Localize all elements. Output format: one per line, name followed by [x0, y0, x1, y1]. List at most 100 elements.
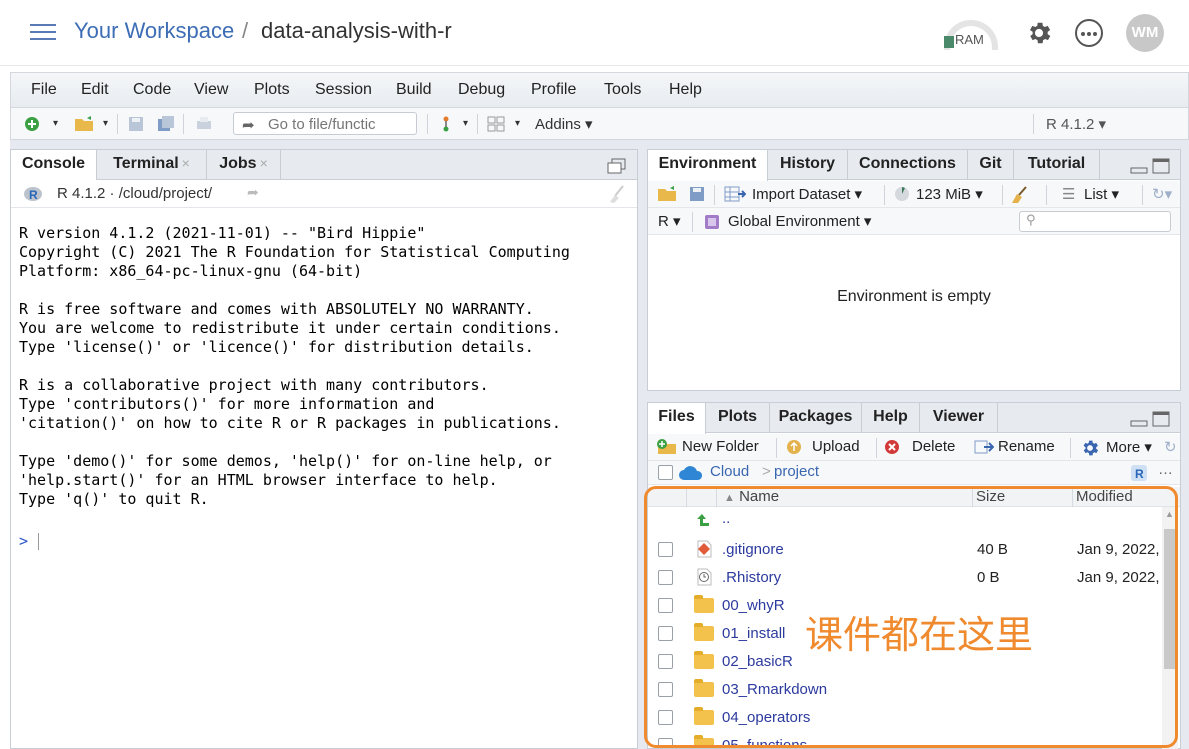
folder-name[interactable]: 01_install — [722, 625, 785, 642]
close-icon[interactable]: × — [182, 155, 190, 171]
row-checkbox[interactable] — [658, 710, 673, 725]
tab-viewer[interactable]: Viewer — [920, 403, 998, 433]
sort-name-column[interactable]: ▲ Name — [724, 488, 779, 505]
broom-icon[interactable] — [1010, 185, 1030, 205]
minimize-pane-icon[interactable] — [1130, 162, 1148, 174]
new-folder-button[interactable]: New Folder — [682, 438, 759, 455]
file-name[interactable]: .gitignore — [722, 541, 784, 558]
load-workspace-icon[interactable] — [656, 185, 680, 203]
row-checkbox[interactable] — [658, 542, 673, 557]
row-checkbox[interactable] — [658, 654, 673, 669]
global-environment-selector[interactable]: Global Environment ▾ — [728, 212, 871, 230]
tab-jobs[interactable]: Jobs × — [207, 150, 281, 180]
folder-name[interactable]: 04_operators — [722, 709, 810, 726]
scrollbar-thumb[interactable] — [1164, 529, 1176, 669]
go-to-file-field[interactable] — [268, 116, 412, 133]
tab-history[interactable]: History — [768, 150, 848, 180]
environment-search-input[interactable]: ⚲ — [1019, 211, 1171, 232]
go-to-file-input[interactable]: ➦ — [233, 112, 417, 135]
project-r-icon[interactable]: R — [1130, 464, 1148, 482]
new-file-dropdown-icon[interactable]: ▾ — [53, 118, 58, 129]
tab-tutorial[interactable]: Tutorial — [1014, 150, 1100, 180]
menu-debug[interactable]: Debug — [458, 81, 505, 99]
memory-usage-button[interactable]: 123 MiB ▾ — [916, 185, 983, 203]
save-icon[interactable] — [127, 115, 145, 133]
menu-code[interactable]: Code — [133, 81, 171, 99]
refresh-icon[interactable]: ↻▾ — [1152, 185, 1172, 203]
parent-directory-link[interactable]: .. — [722, 510, 730, 527]
folder-name[interactable]: 00_whyR — [722, 597, 785, 614]
open-file-icon[interactable] — [73, 115, 97, 133]
file-row[interactable]: .Rhistory 0 B Jan 9, 2022, 1 — [648, 564, 1172, 592]
menu-build[interactable]: Build — [396, 81, 432, 99]
menu-edit[interactable]: Edit — [81, 81, 109, 99]
scroll-up-icon[interactable]: ▲ — [1165, 509, 1174, 519]
menu-tools[interactable]: Tools — [604, 81, 641, 99]
tab-console[interactable]: Console — [11, 150, 97, 181]
avatar[interactable]: WM — [1126, 14, 1164, 52]
print-icon[interactable] — [195, 115, 213, 133]
tab-environment[interactable]: Environment — [648, 150, 768, 181]
tab-packages[interactable]: Packages — [770, 403, 862, 433]
pane-layout-icon[interactable] — [487, 115, 505, 133]
row-checkbox[interactable] — [658, 738, 673, 748]
sort-modified-column[interactable]: Modified — [1076, 488, 1133, 505]
parent-directory-row[interactable]: .. — [648, 508, 1168, 536]
maximize-pane-icon[interactable] — [1152, 158, 1170, 174]
row-checkbox[interactable] — [658, 626, 673, 641]
save-all-icon[interactable] — [157, 115, 175, 133]
file-row[interactable]: .gitignore 40 B Jan 9, 2022, 1 — [648, 536, 1172, 564]
tab-plots[interactable]: Plots — [706, 403, 770, 433]
maximize-pane-icon[interactable] — [1152, 411, 1170, 427]
folder-name[interactable]: 03_Rmarkdown — [722, 681, 827, 698]
folder-row[interactable]: 04_operators — [648, 704, 1168, 732]
breadcrumb-project[interactable]: project — [774, 463, 819, 480]
open-file-dropdown-icon[interactable]: ▾ — [103, 118, 108, 129]
gear-icon[interactable] — [1025, 19, 1053, 47]
tab-connections[interactable]: Connections — [848, 150, 968, 180]
refresh-icon[interactable]: ↻ — [1164, 438, 1177, 456]
go-to-dir-icon[interactable]: ➦ — [247, 184, 259, 201]
console-prompt[interactable]: > — [19, 532, 40, 550]
import-dataset-button[interactable]: Import Dataset ▾ — [752, 185, 862, 203]
save-workspace-icon[interactable] — [688, 185, 706, 203]
git-icon[interactable] — [437, 115, 455, 133]
rename-button[interactable]: Rename — [998, 438, 1055, 455]
select-all-checkbox[interactable] — [658, 465, 673, 480]
addins-menu[interactable]: Addins ▾ — [535, 115, 593, 133]
layout-dropdown-icon[interactable]: ▾ — [515, 118, 520, 129]
hamburger-menu-icon[interactable] — [30, 24, 56, 40]
menu-view[interactable]: View — [194, 81, 228, 99]
menu-profile[interactable]: Profile — [531, 81, 576, 99]
folder-name[interactable]: 05_functions — [722, 737, 807, 748]
tab-files[interactable]: Files — [648, 403, 706, 434]
delete-button[interactable]: Delete — [912, 438, 955, 455]
menu-help[interactable]: Help — [669, 81, 702, 99]
menu-plots[interactable]: Plots — [254, 81, 290, 99]
breadcrumb-cloud[interactable]: Cloud — [710, 463, 749, 480]
folder-row[interactable]: 03_Rmarkdown — [648, 676, 1168, 704]
maximize-pane-icon[interactable] — [607, 158, 627, 174]
row-checkbox[interactable] — [658, 570, 673, 585]
tab-terminal[interactable]: Terminal × — [97, 150, 207, 180]
tab-git[interactable]: Git — [968, 150, 1014, 180]
close-icon[interactable]: × — [260, 155, 268, 171]
more-options-icon[interactable] — [1075, 19, 1103, 47]
workspace-link[interactable]: Your Workspace — [74, 18, 234, 44]
language-selector[interactable]: R ▾ — [658, 212, 681, 230]
sort-size-column[interactable]: Size — [976, 488, 1005, 505]
row-checkbox[interactable] — [658, 682, 673, 697]
ellipsis-icon[interactable]: … — [1158, 461, 1173, 478]
row-checkbox[interactable] — [658, 598, 673, 613]
more-menu-button[interactable]: More ▾ — [1106, 438, 1152, 456]
git-dropdown-icon[interactable]: ▾ — [463, 118, 468, 129]
files-scrollbar[interactable]: ▲ — [1162, 507, 1178, 749]
tab-help[interactable]: Help — [862, 403, 920, 433]
folder-name[interactable]: 02_basicR — [722, 653, 793, 670]
r-version-selector[interactable]: R 4.1.2 ▾ — [1046, 115, 1106, 133]
minimize-pane-icon[interactable] — [1130, 415, 1148, 427]
list-view-button[interactable]: List ▾ — [1084, 185, 1119, 203]
menu-file[interactable]: File — [31, 81, 57, 99]
upload-button[interactable]: Upload — [812, 438, 860, 455]
new-file-icon[interactable] — [23, 115, 41, 133]
